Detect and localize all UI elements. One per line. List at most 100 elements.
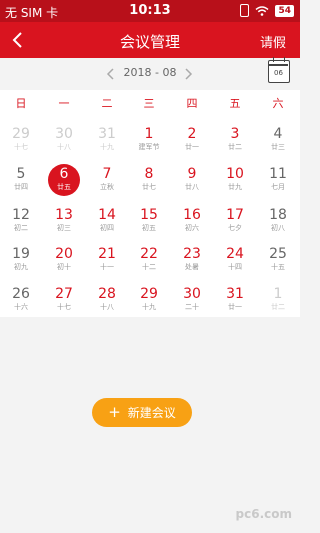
day-number: 30 [183, 286, 201, 302]
calendar-day[interactable]: 7 立秋 [86, 163, 128, 201]
calendar-day[interactable]: 17 七夕 [214, 204, 256, 242]
day-number: 29 [140, 286, 158, 302]
day-number: 27 [55, 286, 73, 302]
lunar-date: 初三 [57, 224, 71, 232]
weekday-label: 日 [15, 97, 27, 110]
day-number: 6 [59, 166, 69, 182]
calendar-day[interactable]: 24 十四 [214, 243, 256, 281]
new-meeting-button[interactable]: + 新建会议 [92, 398, 192, 427]
day-number: 24 [226, 246, 244, 262]
watermark-logo: pc6.com [235, 507, 292, 521]
day-number: 11 [269, 166, 287, 182]
calendar-day[interactable]: 21 十一 [86, 243, 128, 281]
calendar-day[interactable]: 1 廿二 [257, 283, 299, 321]
day-number: 8 [144, 166, 154, 182]
day-number: 7 [102, 166, 112, 182]
day-number: 28 [98, 286, 116, 302]
calendar-day[interactable]: 30 二十 [171, 283, 213, 321]
lunar-date: 立秋 [100, 183, 114, 191]
calendar-day[interactable]: 8 廿七 [128, 163, 170, 201]
calendar-day[interactable]: 11 七月 [257, 163, 299, 201]
calendar-icon-day: 06 [274, 69, 283, 77]
status-bar: 无 SIM 卡 10:13 54 [0, 0, 300, 22]
calendar-day[interactable]: 15 初五 [128, 204, 170, 242]
calendar-day[interactable]: 9 廿八 [171, 163, 213, 201]
lunar-date: 十一 [100, 263, 114, 271]
lunar-date: 十八 [57, 143, 71, 151]
page-title: 会议管理 [119, 33, 180, 51]
calendar-day[interactable]: 22 十二 [128, 243, 170, 281]
calendar-day[interactable]: 30 十八 [43, 123, 85, 161]
lunar-date: 处暑 [185, 263, 199, 271]
lunar-date: 廿七 [142, 183, 156, 191]
status-icons: 54 [240, 4, 294, 17]
calendar-day[interactable]: 12 初二 [0, 204, 42, 242]
day-number: 18 [269, 207, 287, 223]
lunar-date: 廿二 [228, 143, 242, 151]
leave-request-button[interactable]: 请假 [260, 32, 286, 51]
lunar-date: 二十 [185, 303, 199, 311]
calendar-day[interactable]: 18 初八 [257, 204, 299, 242]
calendar-day[interactable]: 10 廿九 [214, 163, 256, 201]
calendar-day[interactable]: 31 十九 [86, 123, 128, 161]
calendar-day[interactable]: 28 十八 [86, 283, 128, 321]
calendar-day[interactable]: 14 初四 [86, 204, 128, 242]
lunar-date: 十九 [100, 143, 114, 151]
calendar-day[interactable]: 29 十七 [0, 123, 42, 161]
lunar-date: 初五 [142, 224, 156, 232]
calendar-day[interactable]: 20 初十 [43, 243, 85, 281]
lunar-date: 廿五 [57, 183, 71, 191]
calendar-day[interactable]: 23 处暑 [171, 243, 213, 281]
weekday-label: 五 [229, 97, 241, 110]
day-number: 15 [140, 207, 158, 223]
lunar-date: 十八 [100, 303, 114, 311]
day-number: 20 [55, 246, 73, 262]
day-number: 12 [12, 207, 30, 223]
lunar-date: 七月 [271, 183, 285, 191]
weekday-label: 二 [101, 97, 113, 110]
day-number: 14 [98, 207, 116, 223]
calendar-day[interactable]: 3 廿二 [214, 123, 256, 161]
calendar-day[interactable]: 4 廿三 [257, 123, 299, 161]
day-number: 5 [16, 166, 26, 182]
calendar-day[interactable]: 27 十七 [43, 283, 85, 321]
lunar-date: 十五 [271, 263, 285, 271]
calendar-day[interactable]: 29 十九 [128, 283, 170, 321]
calendar-header-line [269, 64, 288, 66]
prev-month-icon[interactable] [104, 66, 118, 82]
day-number: 4 [273, 126, 283, 142]
lunar-date: 廿八 [185, 183, 199, 191]
calendar-day[interactable]: 16 初六 [171, 204, 213, 242]
lunar-date: 十九 [142, 303, 156, 311]
day-number: 29 [12, 126, 30, 142]
day-number: 31 [226, 286, 244, 302]
calendar-day[interactable]: 19 初九 [0, 243, 42, 281]
lunar-date: 十四 [228, 263, 242, 271]
calendar-day[interactable]: 13 初三 [43, 204, 85, 242]
calendar-day[interactable]: 26 十六 [0, 283, 42, 321]
day-number: 3 [230, 126, 240, 142]
day-number: 26 [12, 286, 30, 302]
lunar-date: 七夕 [228, 224, 242, 232]
lunar-date: 廿九 [228, 183, 242, 191]
calendar-day[interactable]: 31 廿一 [214, 283, 256, 321]
calendar-day[interactable]: 25 十五 [257, 243, 299, 281]
lunar-date: 初九 [14, 263, 28, 271]
next-month-icon[interactable] [181, 66, 195, 82]
calendar-day[interactable]: 1 建军节 [128, 123, 170, 161]
weekday-header: 日一二三四五六 [0, 95, 300, 115]
lunar-date: 初二 [14, 224, 28, 232]
weekday-label: 六 [272, 97, 284, 110]
calendar-today-icon[interactable]: 06 [268, 57, 290, 83]
nav-bar: 会议管理 请假 [0, 22, 300, 58]
day-number: 10 [226, 166, 244, 182]
day-number: 21 [98, 246, 116, 262]
lunar-date: 初四 [100, 224, 114, 232]
calendar-day[interactable]: 5 廿四 [0, 163, 42, 201]
lunar-date: 十六 [14, 303, 28, 311]
calendar-day[interactable]: 2 廿一 [171, 123, 213, 161]
new-meeting-label: 新建会议 [127, 406, 176, 420]
day-number: 17 [226, 207, 244, 223]
calendar-day-selected[interactable]: 6 廿五 [43, 163, 85, 201]
lunar-date: 初六 [185, 224, 199, 232]
